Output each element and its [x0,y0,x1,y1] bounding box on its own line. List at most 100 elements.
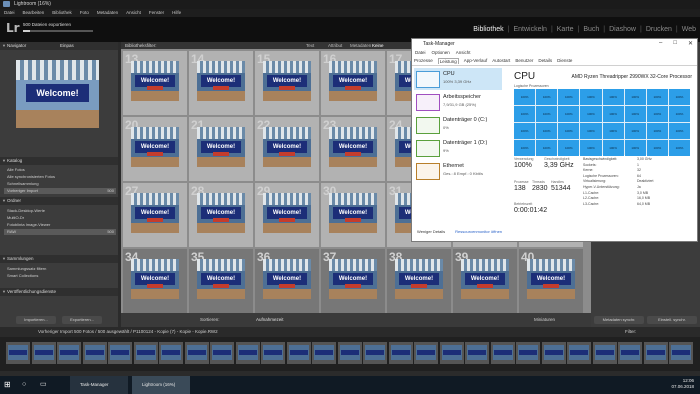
task-view-icon[interactable]: ▭ [40,376,47,394]
filmstrip-thumbnail[interactable] [235,342,260,364]
minimize-icon[interactable]: – [659,40,662,47]
folders-header[interactable]: ▼ Ordner [0,197,118,205]
performance-item-eth[interactable]: Ethernet Ges.: 8 Empf.: 0 Kbit/s [414,160,502,182]
tab-app-verlauf[interactable]: App-Verlauf [464,58,488,64]
performance-item-mem[interactable]: Arbeitsspeicher 7,9/31,9 GB (25%) [414,91,502,113]
grid-thumbnail[interactable]: 28 Welcome! [189,183,253,247]
filmstrip-thumbnail[interactable] [516,342,540,364]
folder-row[interactable]: Stack-Desktop-Werte [4,208,116,214]
filmstrip-thumbnail[interactable] [31,342,56,364]
performance-item-disk[interactable]: Datenträger 1 (D:) 9% [414,137,502,159]
filmstrip-thumbnail[interactable] [312,342,336,364]
catalog-row[interactable]: Schnellsammlung [4,181,116,187]
filmstrip-thumbnail[interactable] [337,342,362,364]
tm-menu-ansicht[interactable]: Ansicht [456,50,471,55]
tab-leistung[interactable]: Leistung [437,58,459,64]
maximize-icon[interactable]: □ [673,40,677,47]
tm-menu-datei[interactable]: Datei [415,50,426,55]
filmstrip-thumbnail[interactable] [567,342,591,364]
close-icon[interactable]: ✕ [688,40,693,47]
catalog-header[interactable]: ▼ Katalog [0,157,118,165]
filmstrip-thumbnail[interactable] [490,342,515,364]
folder-row[interactable]: RAW 500 [4,229,116,235]
publish-header[interactable]: ▼ Veröffentlichungsdienste [0,288,118,296]
menu-item-datei[interactable]: Datei [4,10,15,15]
filmstrip-thumbnail[interactable] [388,342,413,364]
filmstrip-thumbnail[interactable] [465,342,489,364]
grid-thumbnail[interactable]: 13 Welcome! [123,51,187,115]
collection-row[interactable]: Sammlungssatz filtern [4,266,116,272]
grid-thumbnail[interactable]: 27 Welcome! [123,183,187,247]
performance-item-disk[interactable]: Datenträger 0 (C:) 0% [414,114,502,136]
filmstrip-thumbnail[interactable] [286,342,311,364]
filmstrip-thumbnail[interactable] [108,342,132,364]
sort-dropdown[interactable]: Aufnahmezeit [256,317,284,322]
taskbar-item-lightroom[interactable]: Lightroom (16%) [132,376,190,394]
navigator-preview[interactable]: Welcome! [16,60,99,128]
tab-dienste[interactable]: Dienste [557,58,572,64]
filmstrip-thumbnail[interactable] [592,342,617,364]
module-drucken[interactable]: Drucken [646,26,672,33]
sync-settings-button[interactable]: Einstell. synchr. [647,316,697,324]
module-diashow[interactable]: Diashow [609,26,636,33]
windows-start-icon[interactable]: ⊞ [4,376,11,394]
filmstrip-thumbnail[interactable] [643,342,668,364]
folder-row[interactable]: MultiO-Dr [4,215,116,221]
filmstrip-thumbnail[interactable] [363,342,387,364]
tab-benutzer[interactable]: Benutzer [515,58,533,64]
filmstrip-thumbnail[interactable] [210,342,234,364]
grid-thumbnail[interactable]: 14 Welcome! [189,51,253,115]
filmstrip-thumbnail[interactable] [57,342,81,364]
grid-thumbnail[interactable]: 22 Welcome! [255,117,319,181]
module-buch[interactable]: Buch [583,26,599,33]
tm-menu-optionen[interactable]: Optionen [432,50,450,55]
menu-item-bearbeiten[interactable]: Bearbeiten [23,10,45,15]
module-entwickeln[interactable]: Entwickeln [513,26,546,33]
grid-thumbnail[interactable]: 15 Welcome! [255,51,319,115]
grid-thumbnail[interactable]: 16 Welcome! [321,51,385,115]
grid-thumbnail[interactable]: 21 Welcome! [189,117,253,181]
collections-header[interactable]: ▼ Sammlungen [0,255,118,263]
catalog-row[interactable]: Vorheriger Import 500 [4,188,116,194]
menu-item-hilfe[interactable]: Hilfe [172,10,181,15]
filter-tab-attribut[interactable]: Attribut [328,43,342,48]
filmstrip-thumbnail[interactable] [159,342,183,364]
filmstrip-thumbnail[interactable] [133,342,158,364]
collection-row[interactable]: Smart Collections [4,273,116,279]
tab-details[interactable]: Details [538,58,552,64]
resource-monitor-link[interactable]: Ressourcenmonitor öffnen [455,229,502,234]
grid-thumbnail[interactable]: 37 Welcome! [321,249,385,313]
grid-thumbnail[interactable]: 29 Welcome! [255,183,319,247]
navigator-header[interactable]: ▼ Navigator Einpas [0,42,118,50]
module-bibliothek[interactable]: Bibliothek [473,26,503,33]
grid-thumbnail[interactable]: 34 Welcome! [123,249,187,313]
filmstrip-thumbnail[interactable] [6,342,30,364]
menu-item-foto[interactable]: Foto [80,10,89,15]
grid-thumbnail[interactable]: 35 Welcome! [189,249,253,313]
filmstrip-thumbnail[interactable] [618,342,642,364]
filmstrip-thumbnail[interactable] [184,342,209,364]
filmstrip-thumbnail[interactable] [414,342,438,364]
filter-tab-keine[interactable]: Keine [372,43,384,48]
module-web[interactable]: Web [682,26,696,33]
menu-item-ansicht[interactable]: Ansicht [126,10,141,15]
filmstrip-thumbnail[interactable] [261,342,285,364]
grid-thumbnail[interactable]: 40 Welcome! [519,249,583,313]
filter-tab-metadaten[interactable]: Metadaten [350,43,371,48]
menu-item-bibliothek[interactable]: Bibliothek [52,10,72,15]
filmstrip-thumbnail[interactable] [541,342,566,364]
grid-thumbnail[interactable]: 38 Welcome! [387,249,451,313]
export-button[interactable]: Exportieren... [62,316,102,324]
import-button[interactable]: Importieren... [16,316,56,324]
filmstrip-thumbnail[interactable] [82,342,107,364]
grid-thumbnail[interactable]: 36 Welcome! [255,249,319,313]
catalog-row[interactable]: Alle Fotos [4,167,116,173]
tab-autostart[interactable]: Autostart [492,58,510,64]
navigator-zoom[interactable]: Einpas [60,43,74,48]
sync-metadata-button[interactable]: Metadaten synchr. [594,316,644,324]
filmstrip-thumbnail[interactable] [669,342,693,364]
catalog-row[interactable]: Alle synchronisierten Fotos [4,174,116,180]
module-karte[interactable]: Karte [557,26,574,33]
menu-item-metadaten[interactable]: Metadaten [97,10,118,15]
grid-thumbnail[interactable]: 23 Welcome! [321,117,385,181]
